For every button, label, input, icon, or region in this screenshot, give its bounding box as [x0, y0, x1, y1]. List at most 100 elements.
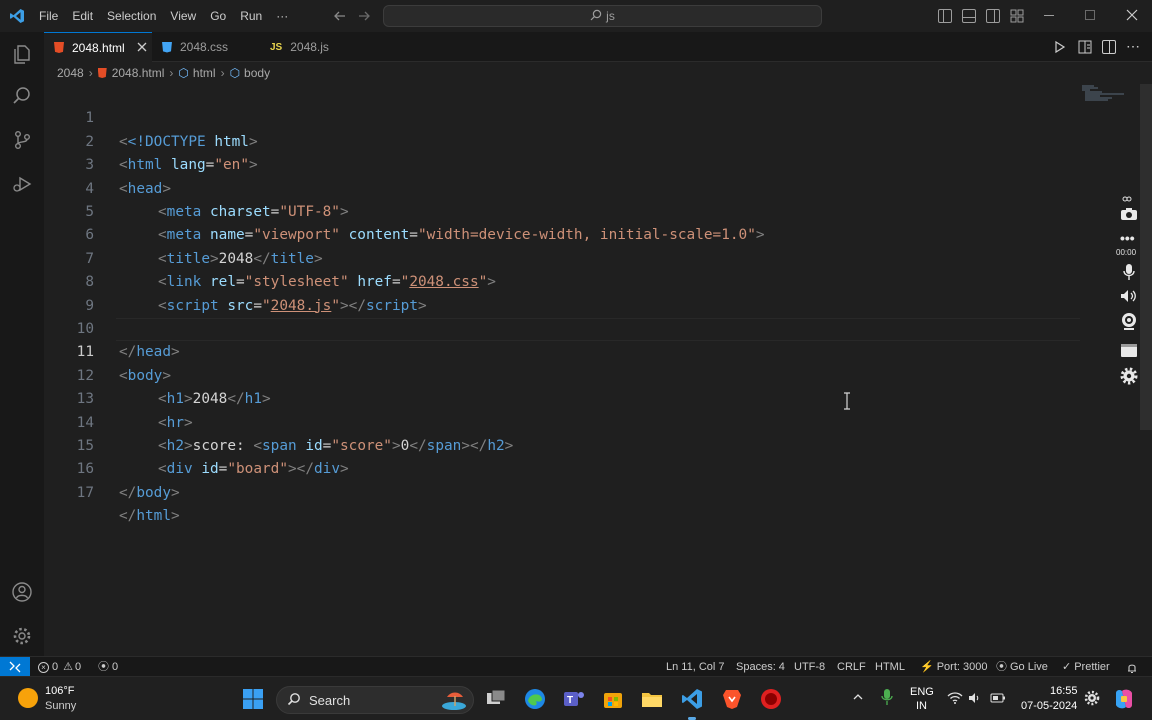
sun-weather-icon[interactable] [18, 688, 38, 708]
speaker-icon[interactable] [1120, 289, 1138, 303]
open-preview-icon[interactable] [1078, 40, 1092, 54]
microsoft-store-icon[interactable] [601, 687, 625, 711]
code-line[interactable]: 9 [44, 271, 1080, 314]
toggle-primary-sidebar-icon[interactable] [938, 9, 952, 23]
menu-more[interactable]: ··· [269, 0, 295, 32]
menu-view[interactable]: View [163, 0, 203, 32]
tab-2048-css[interactable]: 2048.css [152, 32, 260, 62]
code-line[interactable]: 14 <h2>score: <span id="score">0</span><… [44, 388, 1080, 454]
vscode-taskbar-icon[interactable] [680, 687, 704, 720]
volume-icon[interactable] [968, 691, 982, 705]
code-line[interactable]: 12 <h1>2048</h1> [44, 341, 1080, 407]
code-line[interactable]: 10 </head> [44, 295, 1080, 360]
battery-icon[interactable] [990, 692, 1006, 704]
split-editor-icon[interactable] [1102, 40, 1116, 54]
code-line[interactable]: 15 <div id="board"></div> [44, 412, 1080, 477]
more-actions-icon[interactable]: ⋯ [1126, 38, 1140, 55]
command-center-search[interactable]: js [383, 5, 822, 27]
customize-layout-icon[interactable] [1010, 9, 1024, 23]
code-line[interactable]: 1 <<!DOCTYPE html> [44, 84, 1080, 149]
search-icon [590, 9, 602, 24]
maximize-icon[interactable] [1085, 10, 1095, 20]
code-editor[interactable]: 1 <<!DOCTYPE html> 2 <html lang="en"> 3 … [44, 84, 1140, 656]
run-debug-icon[interactable] [8, 170, 36, 198]
teams-icon[interactable]: T [562, 687, 586, 711]
menu-selection[interactable]: Selection [100, 0, 163, 32]
problems-indicator[interactable]: × 0 ⚠ 0 [38, 657, 81, 677]
close-icon[interactable] [137, 41, 147, 55]
remote-indicator[interactable] [0, 657, 30, 677]
link-icon[interactable] [1122, 192, 1132, 202]
toggle-panel-icon[interactable] [962, 9, 976, 23]
code-line[interactable]: 5 <meta name="viewport" content="width=d… [44, 178, 1080, 243]
edge-browser-icon[interactable] [523, 687, 547, 711]
code-line[interactable]: 16 </body> [44, 435, 1080, 500]
menu-run[interactable]: Run [233, 0, 269, 32]
minimap[interactable] [1080, 84, 1136, 124]
microphone-icon[interactable] [881, 688, 893, 706]
minimize-icon[interactable] [1044, 15, 1054, 16]
port-indicator[interactable]: ⚡ Port: 3000 [920, 657, 987, 677]
chevron-up-icon[interactable] [852, 691, 864, 703]
code-line[interactable]: 2 <html lang="en"> [44, 107, 1080, 173]
gear-icon[interactable] [8, 622, 36, 650]
more-options-icon[interactable]: ••• [1120, 230, 1135, 246]
menu-file[interactable]: File [32, 0, 65, 32]
source-control-icon[interactable] [8, 126, 36, 154]
explorer-icon[interactable] [8, 40, 36, 68]
indentation[interactable]: Spaces: 4 [736, 657, 785, 677]
code-line[interactable]: 6 <title>2048</title> [44, 201, 1080, 266]
code-line[interactable]: 7 <link rel="stylesheet" href="2048.css"… [44, 224, 1080, 290]
ports-indicator[interactable]: ⦿ 0 [98, 657, 118, 677]
menu-go[interactable]: Go [203, 0, 233, 32]
forward-arrow-icon[interactable] [357, 8, 371, 24]
cursor-position[interactable]: Ln 11, Col 7 [666, 657, 725, 677]
code-line[interactable]: 3 <head> [44, 131, 1080, 196]
file-explorer-icon[interactable] [640, 687, 664, 711]
camera-icon[interactable] [1120, 207, 1138, 221]
breadcrumb-symbol-html[interactable]: html [193, 66, 216, 80]
back-arrow-icon[interactable] [333, 8, 347, 24]
search-icon[interactable] [8, 82, 36, 110]
clock-time[interactable]: 16:55 [1050, 685, 1078, 697]
end-of-line[interactable]: CRLF [837, 657, 866, 677]
language-indicator-2[interactable]: IN [916, 700, 927, 712]
screen-recorder-icon[interactable] [759, 687, 783, 711]
code-line[interactable]: 17 </html> [44, 458, 1080, 524]
code-line[interactable]: 8 <script src="2048.js"></script> [44, 248, 1080, 313]
gear-icon[interactable] [1120, 367, 1138, 385]
encoding[interactable]: UTF-8 [794, 657, 825, 677]
breadcrumb-symbol-body[interactable]: body [244, 66, 270, 80]
task-view-icon[interactable] [484, 687, 508, 711]
copilot-icon[interactable] [1112, 687, 1136, 711]
weather-temp[interactable]: 106°F [45, 685, 74, 697]
menu-edit[interactable]: Edit [65, 0, 100, 32]
windows-start-icon[interactable] [242, 688, 264, 710]
clock-date[interactable]: 07-05-2024 [1021, 700, 1077, 712]
notification-gear-icon[interactable] [1084, 689, 1100, 707]
code-line[interactable]: 13 <hr> [44, 365, 1080, 430]
tab-2048-html[interactable]: 2048.html [44, 32, 152, 62]
breadcrumb-file[interactable]: 2048.html [112, 66, 165, 80]
language-indicator-1[interactable]: ENG [910, 686, 934, 698]
run-icon[interactable] [1054, 40, 1066, 54]
ports-count: 0 [112, 661, 119, 673]
tab-2048-js[interactable]: JS 2048.js [260, 32, 368, 62]
go-live-button[interactable]: ⦿ Go Live [996, 657, 1048, 677]
microphone-icon[interactable] [1122, 263, 1136, 281]
webcam-icon[interactable] [1120, 312, 1138, 330]
toggle-secondary-sidebar-icon[interactable] [986, 9, 1000, 23]
window-capture-icon[interactable] [1120, 343, 1138, 358]
breadcrumb-folder[interactable]: 2048 [57, 66, 84, 80]
code-line-current[interactable]: 11 <body> [44, 318, 1080, 383]
language-mode[interactable]: HTML [875, 657, 905, 677]
bell-icon[interactable] [1126, 661, 1138, 674]
brave-browser-icon[interactable] [720, 687, 744, 711]
prettier-status[interactable]: ✓ Prettier [1062, 657, 1110, 677]
account-icon[interactable] [8, 578, 36, 606]
code-line[interactable]: 4 <meta charset="UTF-8"> [44, 154, 1080, 220]
wifi-icon[interactable] [947, 691, 963, 705]
close-window-icon[interactable] [1125, 8, 1139, 22]
weather-desc[interactable]: Sunny [45, 700, 76, 712]
taskbar-search[interactable]: Search [276, 686, 474, 714]
